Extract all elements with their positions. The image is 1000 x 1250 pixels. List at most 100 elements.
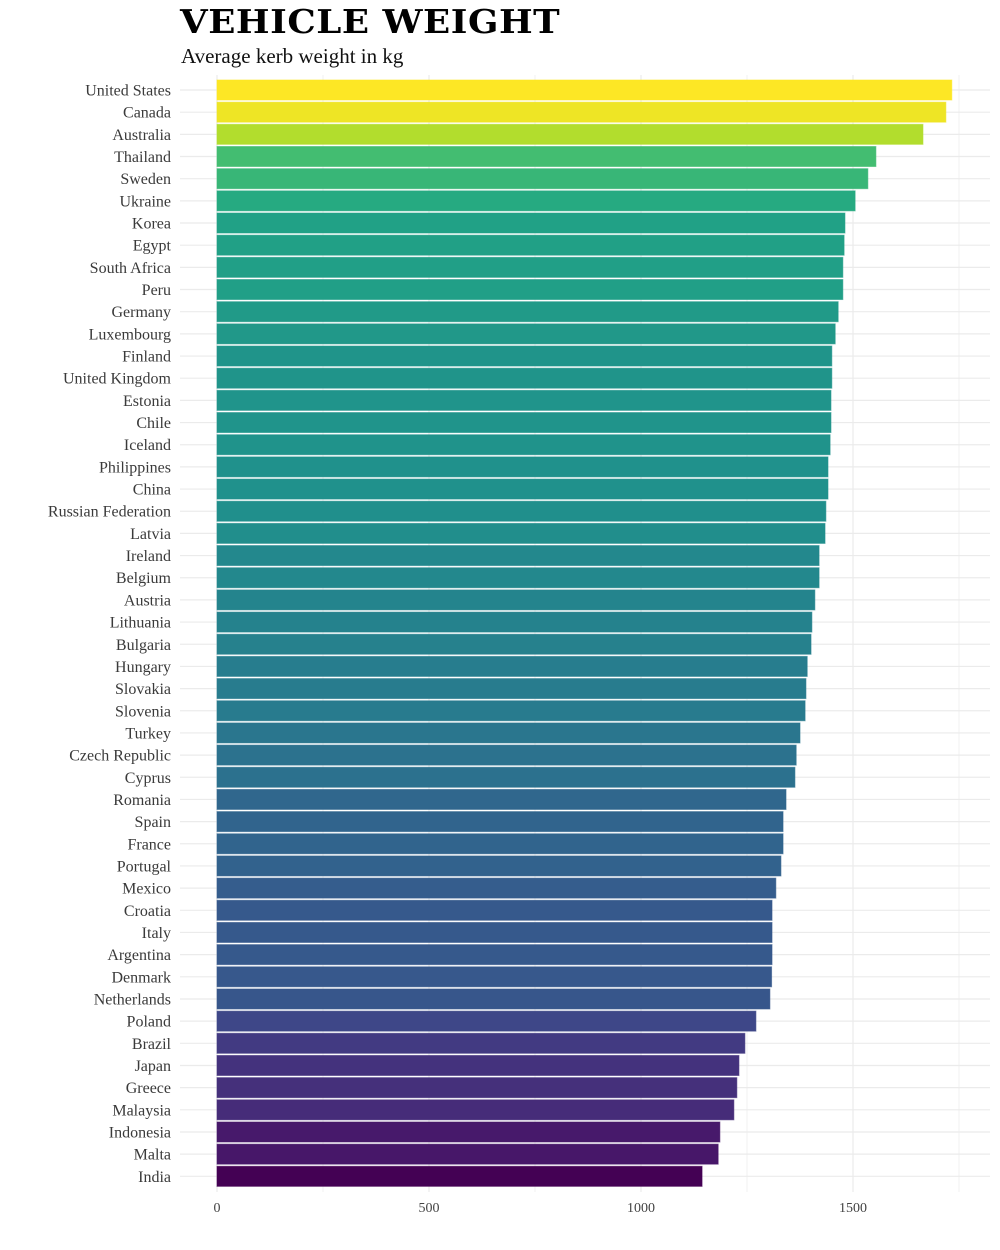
bar-argentina [216,944,773,966]
bar-ukraine [216,190,856,212]
bar-united-states [216,79,953,101]
bar-malta [216,1143,719,1165]
y-label: Spain [135,814,171,831]
y-label: Turkey [125,725,171,742]
y-label: Malta [134,1147,171,1164]
bar-cyprus [216,766,796,788]
y-label: Thailand [114,149,171,166]
y-label: Argentina [107,947,171,964]
y-axis-labels: United States Canada Australia Thailand Swed… [48,83,172,1186]
bar-latvia [216,522,826,544]
y-label: Bulgaria [116,637,171,654]
bar-egypt [216,234,845,256]
y-label: Estonia [123,393,171,410]
y-label: Austria [124,592,171,609]
y-label: Sweden [120,171,171,188]
y-label: Luxembourg [89,326,171,343]
x-tick-label: 1000 [627,1201,655,1216]
y-label: Mexico [122,881,171,898]
bar-slovenia [216,700,806,722]
bar-greece [216,1077,738,1099]
y-label: Peru [142,282,171,299]
x-tick-label: 1500 [839,1201,867,1216]
bar-poland [216,1010,757,1032]
bar-iceland [216,434,831,456]
bar-mexico [216,877,777,899]
y-label: Egypt [133,238,172,255]
bar-estonia [216,389,832,411]
y-label: Korea [132,216,171,233]
bar-slovakia [216,678,807,700]
y-label: Poland [127,1014,171,1031]
y-label: Ireland [126,548,171,565]
y-label: Chile [136,415,171,432]
bar-canada [216,101,947,123]
bar-luxembourg [216,323,836,345]
bar-chart: United States Canada Australia Thailand Swed… [48,75,990,1216]
y-label: South Africa [90,260,171,277]
bar-korea [216,212,846,234]
y-label: Belgium [116,570,172,587]
bar-turkey [216,722,801,744]
bar-brazil [216,1032,746,1054]
bar-germany [216,301,839,323]
bar-portugal [216,855,782,877]
y-label: Hungary [115,659,171,676]
x-tick-label: 0 [214,1201,221,1216]
bar-malaysia [216,1099,735,1121]
y-label: Slovakia [115,681,171,698]
y-label: Germany [111,304,171,321]
bar-united-kingdom [216,367,833,389]
y-label: Finland [122,349,171,366]
y-label: Canada [123,105,171,122]
bar-thailand [216,146,877,168]
y-label: Czech Republic [69,748,171,765]
y-label: Netherlands [94,991,171,1008]
bar-italy [216,921,773,943]
bar-russian-federation [216,500,827,522]
bar-sweden [216,168,869,190]
y-label: Indonesia [109,1124,171,1141]
bar-hungary [216,655,808,677]
bar-lithuania [216,611,813,633]
y-label: Iceland [124,437,171,454]
y-label: United States [85,83,171,100]
bar-romania [216,788,787,810]
x-tick-label: 500 [419,1201,440,1216]
y-label: Greece [126,1080,171,1097]
bar-ireland [216,545,820,567]
bars [216,79,953,1187]
y-label: India [138,1169,171,1186]
y-label: Romania [113,792,171,809]
bar-finland [216,345,833,367]
y-label: Philippines [99,459,171,476]
bar-bulgaria [216,633,812,655]
bar-france [216,833,784,855]
y-label: Ukraine [119,193,171,210]
y-label: Cyprus [125,770,171,787]
bar-denmark [216,966,773,988]
y-label: Brazil [132,1036,172,1053]
bar-austria [216,589,816,611]
bar-philippines [216,456,829,478]
y-label: Croatia [124,903,171,920]
y-label: Portugal [117,858,172,875]
y-label: Slovenia [115,703,171,720]
y-label: Russian Federation [48,504,171,521]
y-label: Italy [142,925,171,942]
bar-belgium [216,567,820,589]
y-label: United Kingdom [63,371,172,388]
y-label: China [133,482,171,499]
y-label: Japan [135,1058,171,1075]
y-label: Denmark [111,969,171,986]
y-label: Australia [112,127,171,144]
bar-china [216,478,829,500]
y-label: Malaysia [112,1102,171,1119]
y-label: Lithuania [110,615,171,632]
bar-peru [216,279,844,301]
bar-south-africa [216,256,844,278]
bar-australia [216,123,924,145]
bar-indonesia [216,1121,721,1143]
bar-india [216,1165,703,1187]
y-label: Latvia [130,526,171,543]
